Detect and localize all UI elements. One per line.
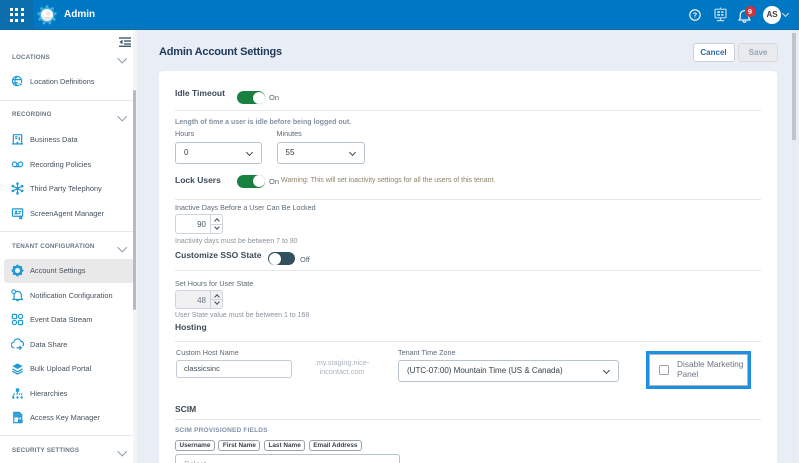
svg-text:?: ? xyxy=(693,13,697,20)
